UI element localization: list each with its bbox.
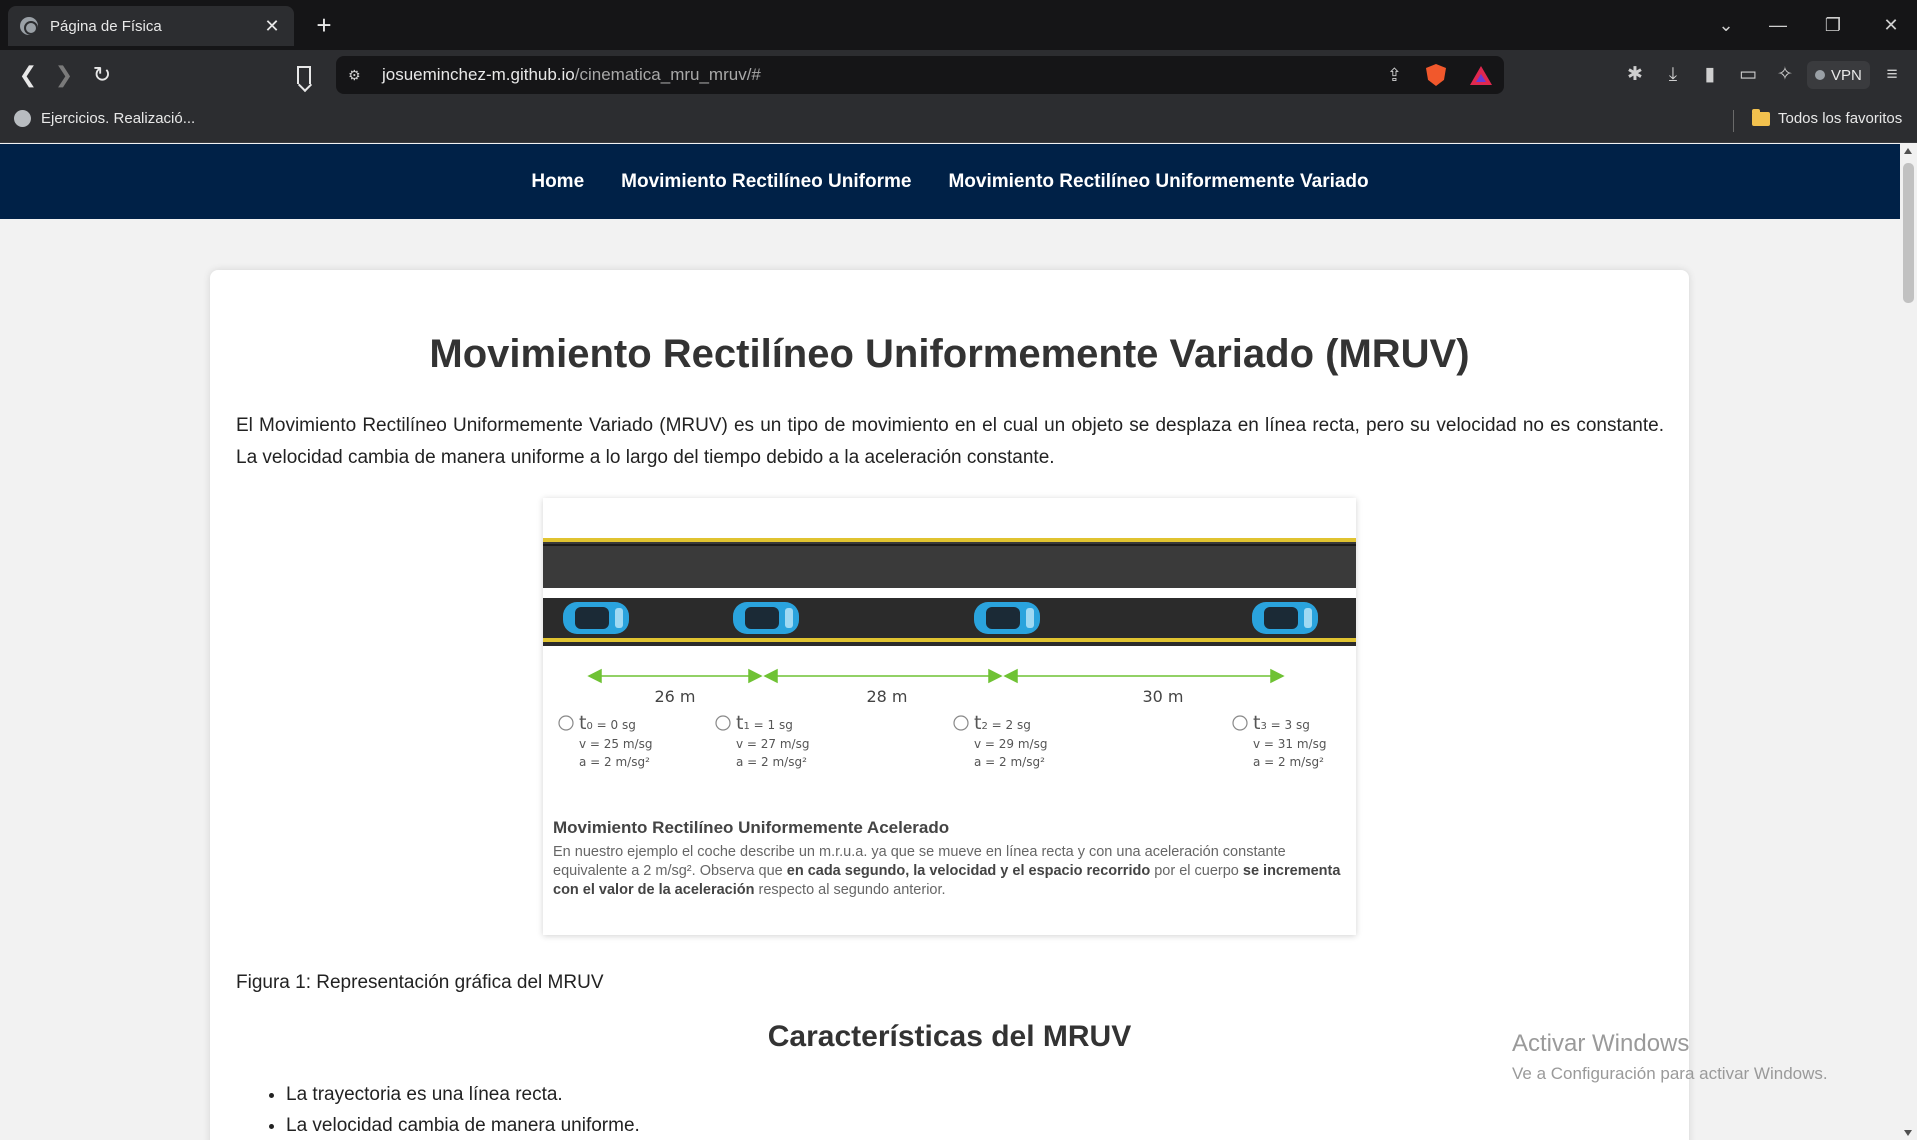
- state-0: t0 = 0 sg v = 25 m/sg a = 2 m/sg²: [558, 712, 652, 769]
- share-icon[interactable]: ⇪: [1387, 65, 1402, 86]
- car-icon: [733, 602, 799, 634]
- car-icon: [974, 602, 1040, 634]
- bookmarks-bar: Ejercicios. Realizació... Todos los favo…: [0, 100, 1917, 143]
- scroll-thumb[interactable]: [1903, 163, 1914, 303]
- road-bottom-line: [543, 638, 1356, 642]
- reload-icon[interactable]: ↻: [88, 62, 116, 88]
- back-arrow-icon[interactable]: ❮: [14, 62, 42, 88]
- nav-link-mru[interactable]: Movimiento Rectilíneo Uniforme: [621, 171, 911, 193]
- distance-label-1: 26 m: [654, 687, 695, 706]
- globe-icon: [20, 17, 38, 35]
- brave-rewards-icon[interactable]: [1470, 65, 1492, 85]
- state-1-t: t1 = 1 sg: [736, 712, 793, 734]
- vpn-status-icon: [1815, 70, 1825, 80]
- menu-icon[interactable]: ≡: [1879, 62, 1905, 88]
- close-window-icon[interactable]: ✕: [1876, 10, 1906, 40]
- road-diagram: 26 m 28 m 30 m t0 = 0 sg v = 25 m/sg a =…: [543, 538, 1356, 769]
- download-icon[interactable]: ⤓: [1660, 62, 1686, 88]
- tab-title: Página de Física: [50, 17, 162, 35]
- all-bookmarks-label: Todos los favoritos: [1778, 110, 1903, 127]
- scroll-down-icon[interactable]: [1904, 1130, 1912, 1136]
- state-2-t: t2 = 2 sg: [974, 712, 1031, 734]
- browser-tab-active[interactable]: Página de Física ✕: [8, 6, 294, 46]
- page-scrollbar[interactable]: [1900, 144, 1917, 1140]
- figure-label: Figura 1: Representación gráfica del MRU…: [236, 972, 604, 993]
- list-item: La trayectoria es una línea recta.: [286, 1079, 640, 1110]
- tab-search-chevron-icon[interactable]: ⌄: [1711, 10, 1741, 40]
- state-2-a: a = 2 m/sg²: [974, 755, 1045, 769]
- mruv-figure: 26 m 28 m 30 m t0 = 0 sg v = 25 m/sg a =…: [543, 498, 1356, 935]
- restore-icon[interactable]: ❐: [1818, 10, 1848, 40]
- bookmarks-divider: [1733, 110, 1734, 132]
- distance-label-3: 30 m: [1142, 687, 1183, 706]
- vpn-label: VPN: [1831, 66, 1862, 84]
- folder-icon: [1752, 108, 1770, 126]
- state-1-v: v = 27 m/sg: [736, 737, 809, 751]
- scroll-up-icon[interactable]: [1904, 148, 1912, 154]
- figure-caption-text: En nuestro ejemplo el coche describe un …: [553, 844, 1341, 898]
- brave-shields-icon[interactable]: [1426, 64, 1446, 86]
- nav-link-home[interactable]: Home: [531, 171, 584, 193]
- state-0-t: t0 = 0 sg: [579, 712, 636, 734]
- distance-label-2: 28 m: [866, 687, 907, 706]
- wallet-icon[interactable]: ▭: [1735, 62, 1761, 88]
- state-3-v: v = 31 m/sg: [1253, 737, 1326, 751]
- page-title: Movimiento Rectilíneo Uniformemente Vari…: [429, 332, 1470, 376]
- vpn-button[interactable]: VPN: [1807, 61, 1870, 89]
- globe-icon: [14, 110, 31, 127]
- bookmark-label: Ejercicios. Realizació...: [41, 110, 196, 127]
- sidebar-icon[interactable]: ▮: [1697, 62, 1723, 88]
- state-1-a: a = 2 m/sg²: [736, 755, 807, 769]
- url-domain: josueminchez-m.github.io: [382, 65, 575, 84]
- windows-activation-watermark: Activar Windows Ve a Configuración para …: [1512, 1030, 1828, 1084]
- site-navbar: Home Movimiento Rectilíneo Uniforme Movi…: [0, 144, 1900, 219]
- list-item: La velocidad cambia de manera uniforme.: [286, 1110, 640, 1140]
- section-title-characteristics: Características del MRUV: [767, 1020, 1132, 1053]
- state-3-a: a = 2 m/sg²: [1253, 755, 1324, 769]
- url-path: /cinematica_mru_mruv/#: [574, 65, 761, 84]
- url-text[interactable]: josueminchez-m.github.io/cinematica_mru_…: [382, 65, 761, 85]
- state-3-t: t3 = 3 sg: [1253, 712, 1310, 734]
- state-1: t1 = 1 sg v = 27 m/sg a = 2 m/sg²: [715, 712, 809, 769]
- browser-toolbar: ❮ ❯ ↻ ⚙ josueminchez-m.github.io/cinemat…: [0, 50, 1917, 100]
- state-2-v: v = 29 m/sg: [974, 737, 1047, 751]
- content-card: Movimiento Rectilíneo Uniformemente Vari…: [210, 270, 1689, 1140]
- figure-caption-title: Movimiento Rectilíneo Uniformemente Acel…: [553, 818, 950, 837]
- tab-bar: Página de Física ✕ + ⌄ — ❐ ✕: [0, 0, 1917, 50]
- bookmark-icon[interactable]: [297, 66, 311, 84]
- extensions-icon[interactable]: ✱: [1622, 62, 1648, 88]
- new-tab-button[interactable]: +: [312, 10, 336, 40]
- state-2: t2 = 2 sg v = 29 m/sg a = 2 m/sg²: [953, 712, 1047, 769]
- car-icon: [1252, 602, 1318, 634]
- clock-icon: [1232, 715, 1248, 731]
- nav-link-mruv[interactable]: Movimiento Rectilíneo Uniformemente Vari…: [948, 171, 1368, 193]
- state-3: t3 = 3 sg v = 31 m/sg a = 2 m/sg²: [1232, 712, 1326, 769]
- road-top-line: [543, 538, 1356, 542]
- clock-icon: [953, 715, 969, 731]
- intro-paragraph: El Movimiento Rectilíneo Uniformemente V…: [236, 415, 1664, 468]
- bookmark-ejercicios[interactable]: Ejercicios. Realizació...: [14, 110, 195, 127]
- distance-arrows: [587, 668, 1285, 684]
- watermark-line-1: Activar Windows: [1512, 1030, 1690, 1057]
- watermark-line-2: Ve a Configuración para activar Windows.: [1512, 1064, 1828, 1083]
- minimize-icon[interactable]: —: [1763, 10, 1793, 40]
- features-list: La trayectoria es una línea recta. La ve…: [286, 1079, 640, 1140]
- close-tab-icon[interactable]: ✕: [262, 16, 282, 37]
- state-0-v: v = 25 m/sg: [579, 737, 652, 751]
- clock-icon: [715, 715, 731, 731]
- forward-arrow-icon[interactable]: ❯: [50, 62, 78, 88]
- car-icon: [563, 602, 629, 634]
- address-bar[interactable]: ⚙ josueminchez-m.github.io/cinematica_mr…: [336, 56, 1504, 94]
- site-settings-icon[interactable]: ⚙: [348, 67, 368, 84]
- road-center-line: [543, 588, 1356, 593]
- state-0-a: a = 2 m/sg²: [579, 755, 650, 769]
- page-viewport: Home Movimiento Rectilíneo Uniforme Movi…: [0, 144, 1900, 1140]
- clock-icon: [558, 715, 574, 731]
- all-bookmarks-button[interactable]: Todos los favoritos: [1752, 108, 1903, 127]
- leo-ai-icon[interactable]: ✧: [1772, 62, 1798, 88]
